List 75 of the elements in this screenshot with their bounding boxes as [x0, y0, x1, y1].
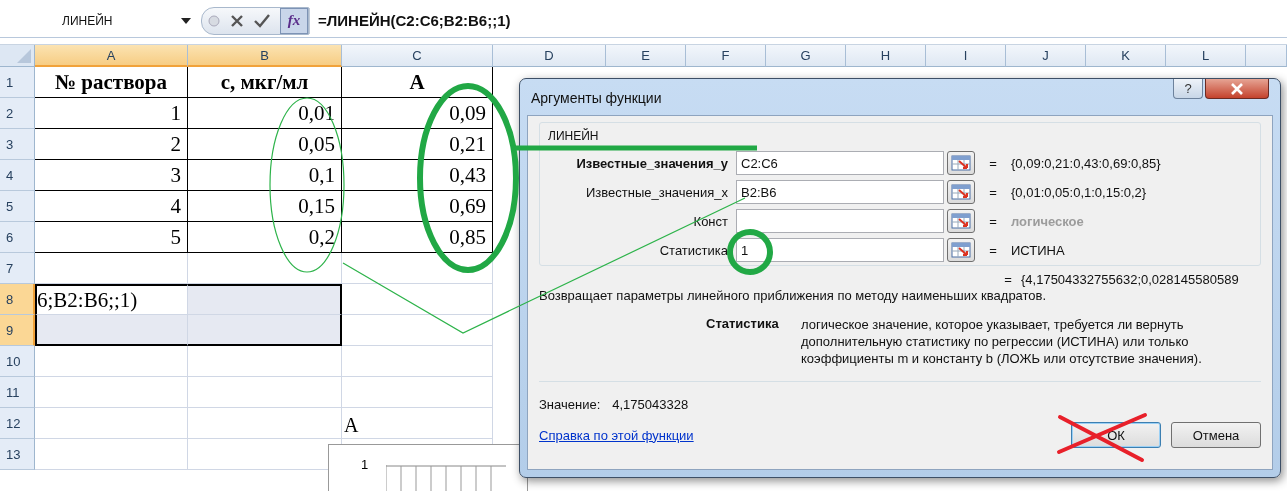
function-description: Возвращает параметры линейного приближения по методу наименьших квадратов. [539, 288, 1048, 303]
column-header[interactable]: I [926, 45, 1006, 67]
argument-result: {0,09:0,21:0,43:0,69:0,85} [1011, 155, 1161, 171]
dialog-title: Аргументы функции [531, 90, 662, 106]
argument-description: логическое значение, которое указывает, требуется ли вернуть дополнительную статистику по регрессии (ИСТИНА) или только коэффициенты m и константу b (ЛОЖЬ или отсутствие значения). [801, 316, 1203, 367]
equals-sign: = [988, 155, 998, 171]
column-header[interactable]: J [1006, 45, 1086, 67]
table-cell: 0,21 [342, 129, 493, 160]
table-cell: 4 [35, 191, 188, 222]
column-header[interactable]: H [846, 45, 926, 67]
row-header[interactable]: 4 [0, 160, 35, 191]
function-name: ЛИНЕЙН [548, 129, 600, 143]
equals-sign: = [988, 213, 998, 229]
input-field[interactable]: B2:B6 [736, 180, 944, 204]
column-header[interactable]: G [766, 45, 846, 67]
column-header[interactable]: E [606, 45, 686, 67]
table-cell: 1 [35, 98, 188, 129]
table-cell: 0,09 [342, 98, 493, 129]
row-header[interactable]: 12 [0, 408, 35, 439]
table-cell: № раствора [35, 67, 188, 98]
table-cell: 0,05 [188, 129, 342, 160]
table-cell: 2 [35, 129, 188, 160]
column-header[interactable]: F [686, 45, 766, 67]
value-text: 4,175043328 [612, 397, 689, 412]
table-cell: 0,2 [188, 222, 342, 253]
axis-label: 1 [361, 457, 369, 472]
equals-sign: = [988, 184, 998, 200]
column-header[interactable]: C [342, 45, 493, 67]
column-header[interactable]: L [1166, 45, 1246, 67]
cancel-button[interactable]: Отмена [1171, 422, 1261, 448]
value-label: Значение: [539, 397, 601, 412]
argument-name: Статистика [706, 316, 780, 333]
row-header[interactable]: 7 [0, 253, 35, 284]
help-link[interactable]: Справка по этой функции [539, 427, 694, 443]
table-cell: 0,69 [342, 191, 493, 222]
equals-sign: = [988, 242, 998, 258]
table-cell: 0,43 [342, 160, 493, 191]
column-header[interactable]: D [493, 45, 606, 67]
row-header[interactable]: 8 [0, 284, 35, 315]
formula-result: {4,17504332755632;0,028145580589 [1021, 272, 1239, 287]
table-cell: А [342, 67, 493, 98]
row-header[interactable]: 11 [0, 377, 35, 408]
row-header[interactable]: 10 [0, 346, 35, 377]
name-box[interactable]: ЛИНЕЙН [35, 7, 195, 34]
argument-label: Конст [692, 213, 729, 229]
argument-label: Известные_значения_y [575, 155, 729, 171]
table-cell: 0,1 [188, 160, 342, 191]
table-cell: 0,15 [188, 191, 342, 222]
chart-area[interactable]: 1 [328, 444, 528, 491]
chart-title: А [344, 414, 359, 437]
input-field[interactable]: C2:C6 [736, 151, 944, 175]
argument-label: Статистика [658, 242, 729, 258]
equals-sign: = [1003, 272, 1013, 287]
argument-label: Известные_значения_x [584, 184, 729, 200]
column-header[interactable]: K [1086, 45, 1166, 67]
input-field[interactable]: 1 [736, 238, 944, 262]
help-button[interactable]: ? [1173, 79, 1203, 99]
column-header[interactable]: A [35, 45, 188, 67]
table-cell: 0,85 [342, 222, 493, 253]
row-header[interactable]: 3 [0, 129, 35, 160]
row-header[interactable]: 9 [0, 315, 35, 346]
table-cell: с, мкг/мл [188, 67, 342, 98]
insert-function-button[interactable]: fx [280, 7, 308, 34]
row-header[interactable]: 13 [0, 439, 35, 470]
formula-field[interactable]: =ЛИНЕЙН(C2:C6;B2:B6;;1) [309, 7, 1287, 34]
row-header[interactable]: 6 [0, 222, 35, 253]
table-cell: 5 [35, 222, 188, 253]
row-header[interactable]: 2 [0, 98, 35, 129]
table-cell: 3 [35, 160, 188, 191]
argument-result: {0,01:0,05:0,1:0,15:0,2} [1011, 184, 1147, 200]
column-header[interactable]: B [188, 45, 342, 67]
argument-result: ИСТИНА [1011, 242, 1065, 258]
argument-result: логическое [1011, 213, 1084, 229]
row-header[interactable]: 1 [0, 67, 35, 98]
row-header[interactable]: 5 [0, 191, 35, 222]
